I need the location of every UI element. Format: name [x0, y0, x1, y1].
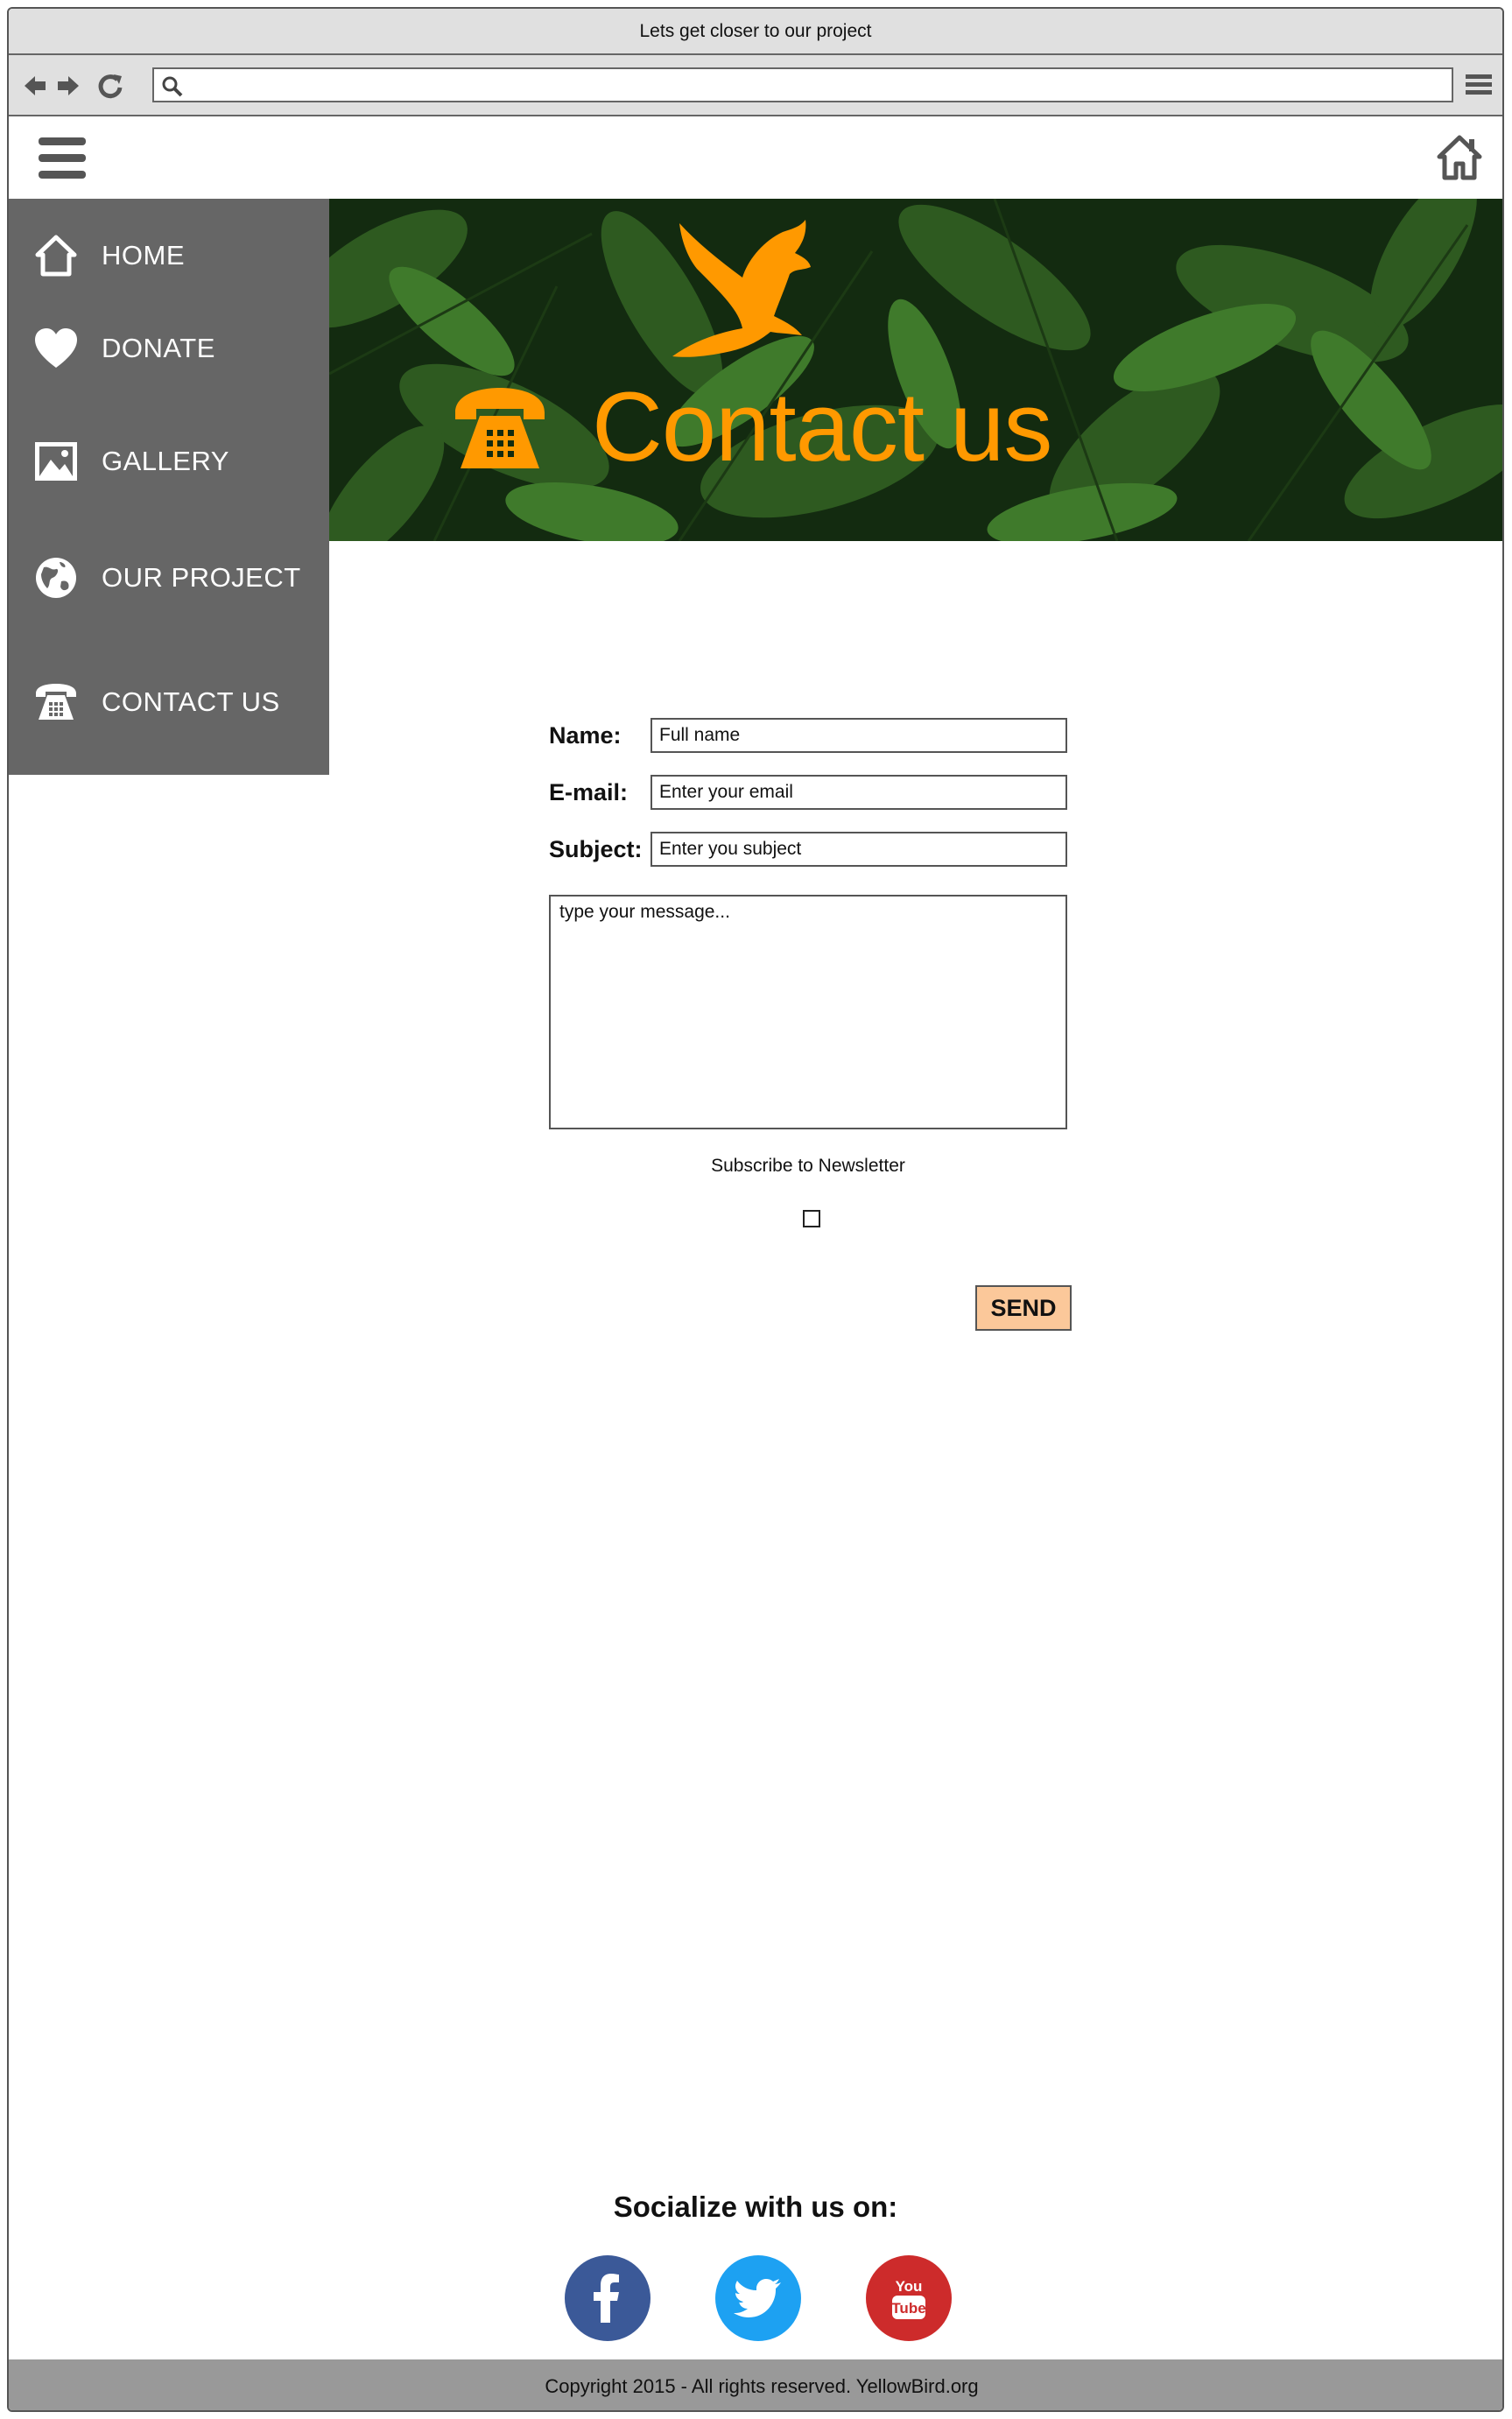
facebook-icon[interactable] — [565, 2255, 651, 2341]
bird-icon — [672, 220, 811, 357]
sidebar-item-contact-us[interactable]: CONTACT US — [9, 667, 329, 737]
sidebar-item-home[interactable]: HOME — [9, 221, 329, 291]
home-icon — [32, 231, 81, 280]
telephone-icon — [32, 678, 81, 727]
browser-window: Lets get closer to our project HOME DONA… — [7, 7, 1504, 2412]
app-header — [9, 118, 1502, 199]
copyright-text: Copyright 2015 - All rights reserved. Ye… — [545, 2375, 979, 2397]
social-heading: Socialize with us on: — [613, 2190, 898, 2223]
message-field[interactable]: type your message... — [549, 895, 1067, 1129]
heart-icon — [32, 324, 81, 373]
window-title-bar: Lets get closer to our project — [9, 9, 1502, 55]
sidebar-item-donate[interactable]: DONATE — [9, 313, 329, 383]
subject-row: Subject: — [549, 830, 1067, 868]
email-label: E-mail: — [549, 778, 629, 805]
sidebar-nav: HOME DONATE GALLERY OUR PROJECT CONTACT … — [9, 199, 329, 775]
footer: Copyright 2015 - All rights reserved. Ye… — [9, 2359, 1502, 2410]
twitter-icon[interactable] — [715, 2255, 801, 2341]
hero-banner: Contact us — [329, 199, 1502, 541]
image-icon — [32, 437, 81, 486]
search-icon — [162, 76, 183, 97]
reload-icon[interactable] — [96, 72, 124, 100]
home-icon[interactable] — [1436, 134, 1483, 181]
email-row: E-mail: — [549, 773, 1067, 812]
browser-toolbar — [9, 55, 1502, 116]
subscribe-checkbox[interactable] — [803, 1210, 820, 1227]
globe-icon — [32, 553, 81, 602]
telephone-icon — [455, 388, 545, 468]
svg-text:You: You — [896, 2278, 923, 2295]
name-label: Name: — [549, 721, 622, 749]
youtube-icon[interactable]: You Tube — [866, 2255, 952, 2341]
sidebar-item-our-project[interactable]: OUR PROJECT — [9, 543, 329, 613]
svg-text:Tube: Tube — [891, 2300, 925, 2317]
sidebar-item-label: GALLERY — [102, 446, 229, 476]
sidebar-item-label: CONTACT US — [102, 686, 280, 717]
name-field[interactable] — [651, 718, 1067, 753]
name-row: Name: — [549, 716, 1067, 755]
social-links: You Tube — [9, 2255, 1502, 2341]
back-arrow-icon[interactable] — [21, 72, 49, 100]
subject-field[interactable] — [651, 832, 1067, 867]
page-title: Contact us — [592, 372, 1052, 482]
forward-arrow-icon[interactable] — [54, 72, 82, 100]
hamburger-menu-icon[interactable] — [39, 136, 86, 181]
subscribe-label: Subscribe to Newsletter — [711, 1156, 905, 1176]
address-bar[interactable] — [152, 67, 1453, 102]
window-title: Lets get closer to our project — [639, 20, 872, 41]
sidebar-item-label: DONATE — [102, 333, 215, 363]
sidebar-item-label: OUR PROJECT — [102, 562, 301, 593]
send-button[interactable]: SEND — [975, 1285, 1072, 1331]
menu-icon[interactable] — [1464, 70, 1494, 100]
sidebar-item-gallery[interactable]: GALLERY — [9, 426, 329, 496]
email-field[interactable] — [651, 775, 1067, 810]
subject-label: Subject: — [549, 835, 643, 862]
address-input[interactable] — [191, 73, 1443, 97]
sidebar-item-label: HOME — [102, 240, 185, 271]
